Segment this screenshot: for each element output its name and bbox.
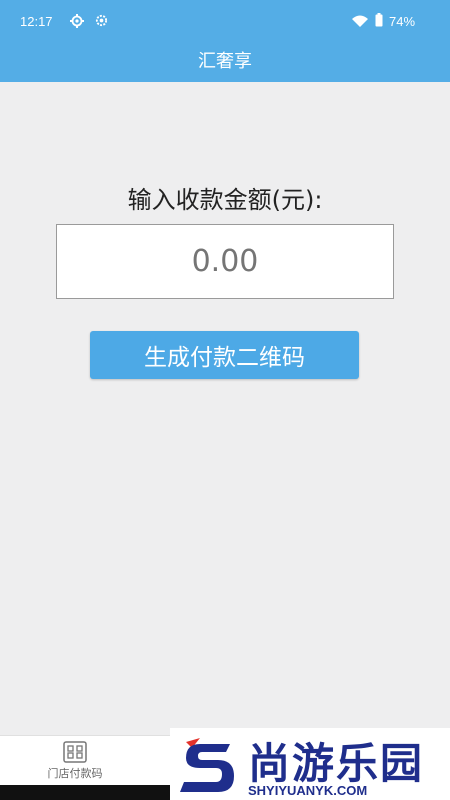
settings-icon bbox=[95, 14, 108, 27]
wifi-icon bbox=[352, 15, 368, 27]
watermark-logo bbox=[180, 738, 234, 792]
battery-percentage: 74% bbox=[389, 14, 416, 29]
watermark-title: 尚游乐园 bbox=[248, 739, 425, 788]
gear-icon bbox=[70, 14, 84, 28]
status-time: 12:17 bbox=[20, 14, 53, 29]
generate-qr-button[interactable]: 生成付款二维码 bbox=[90, 331, 359, 379]
watermark-url: SHYIYUANYK.COM bbox=[248, 783, 368, 798]
status-bar: 12:17 74% bbox=[0, 0, 450, 42]
amount-label: 输入收款金额(元): bbox=[127, 186, 323, 214]
qr-grid-icon bbox=[63, 741, 87, 763]
app-bar: 汇奢享 bbox=[0, 42, 450, 82]
battery-icon bbox=[375, 13, 383, 27]
page-title: 汇奢享 bbox=[198, 51, 252, 72]
tab-store-payment-code[interactable]: 门店付款码 bbox=[30, 738, 120, 784]
watermark: 尚游乐园 SHYIYUANYK.COM bbox=[170, 728, 450, 800]
tab-label: 门店付款码 bbox=[47, 767, 103, 780]
amount-input[interactable] bbox=[56, 224, 394, 299]
